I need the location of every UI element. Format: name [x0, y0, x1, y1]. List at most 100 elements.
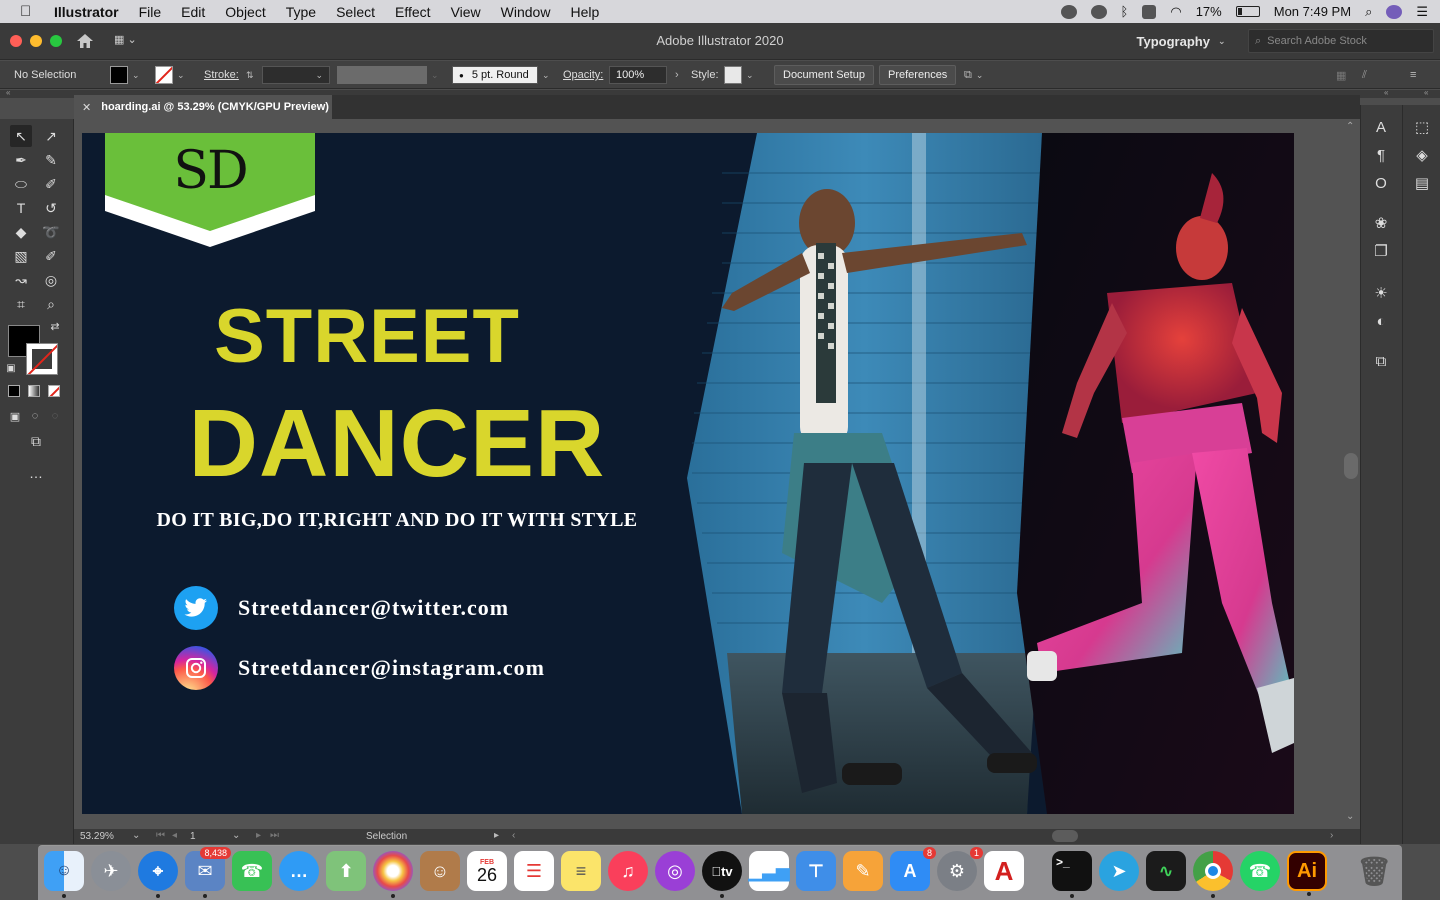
zoom-tool-icon[interactable]: ⌕	[40, 293, 62, 315]
minimize-window-button[interactable]	[30, 35, 42, 47]
siri-icon[interactable]	[1386, 4, 1403, 19]
arrange-documents-button[interactable]: ▦ ⌄	[114, 33, 150, 49]
telegram-icon[interactable]: ➤	[1099, 851, 1139, 891]
pathfinder-panel-icon[interactable]: ⧉	[1371, 351, 1391, 371]
panel-menu-icon[interactable]: ≡	[1410, 66, 1416, 84]
color-mode-icon[interactable]	[6, 383, 22, 399]
facetime-icon[interactable]: ☎	[232, 851, 272, 891]
trash-icon[interactable]: 🗑	[1354, 851, 1394, 891]
stroke-weight-stepper[interactable]: ⇅	[246, 66, 254, 84]
libraries-panel-icon[interactable]: ⬚	[1412, 117, 1432, 137]
menu-help[interactable]: Help	[570, 4, 599, 20]
lasso-tool-icon[interactable]: ➰	[40, 221, 62, 243]
workspace-switcher[interactable]: Typography ⌄	[1126, 29, 1236, 53]
swap-fill-stroke-icon[interactable]: ⇄	[48, 319, 62, 333]
scroll-right-icon[interactable]: ›	[1330, 830, 1333, 841]
appearance-panel-icon[interactable]: ☀	[1371, 283, 1391, 303]
canvas-area[interactable]: SD STREET DANCER DO IT BIG,DO IT,RIGHT A…	[74, 119, 1360, 829]
paintbrush-tool-icon[interactable]: ✐	[40, 173, 62, 195]
eyedropper-tool-icon[interactable]: ✐	[40, 245, 62, 267]
vertical-scrollbar[interactable]: ⌃ ⌄	[1342, 119, 1360, 829]
first-artboard-icon[interactable]: ⏮	[156, 830, 165, 841]
collapse-left-icon[interactable]: «	[6, 88, 10, 97]
eraser-tool-icon[interactable]: ◆	[10, 221, 32, 243]
distribute-icon[interactable]: ⫽	[1362, 66, 1367, 84]
menu-select[interactable]: Select	[336, 4, 375, 20]
fill-color-dropdown[interactable]: ⌄	[110, 66, 140, 84]
pages-icon[interactable]: ✎	[843, 851, 883, 891]
navigation-icon[interactable]	[1090, 4, 1107, 19]
preferences-button[interactable]: Preferences	[879, 65, 957, 85]
notification-center-icon[interactable]: ☰	[1416, 4, 1428, 20]
scroll-left-icon[interactable]: ‹	[512, 830, 515, 841]
selection-tool-icon[interactable]: ↖	[10, 125, 32, 147]
collapse-right2-icon[interactable]: «	[1424, 88, 1428, 97]
zoom-level[interactable]: 53.29%	[80, 831, 114, 842]
bluetooth-icon[interactable]: ᛒ	[1121, 4, 1129, 19]
draw-behind-icon[interactable]: ◌	[26, 407, 44, 425]
brush-definition-dropdown[interactable]: ● 5 pt. Round ⌄	[452, 66, 550, 84]
activity-monitor-icon[interactable]: ∿	[1146, 851, 1186, 891]
chrome-icon[interactable]	[1193, 851, 1233, 898]
direct-selection-tool-icon[interactable]: ↗	[40, 125, 62, 147]
safari-icon[interactable]: ⌖	[138, 851, 178, 898]
artboard[interactable]: SD STREET DANCER DO IT BIG,DO IT,RIGHT A…	[82, 133, 1294, 814]
keyboard-icon[interactable]	[1142, 4, 1157, 19]
gradient-tool-icon[interactable]: ▧	[10, 245, 32, 267]
align-icon[interactable]: ▦	[1336, 66, 1346, 84]
photos-icon[interactable]	[373, 851, 413, 898]
gradient-mode-icon[interactable]	[26, 383, 42, 399]
music-icon[interactable]: ♫	[608, 851, 648, 891]
illustrator-icon[interactable]: Ai	[1287, 851, 1327, 896]
variable-width-profile[interactable]: ⌄	[337, 66, 439, 84]
character-panel-icon[interactable]: A	[1371, 117, 1391, 137]
whatsapp-icon[interactable]: ☎	[1240, 851, 1280, 891]
stroke-color-swatch[interactable]	[26, 343, 58, 375]
spotlight-search-icon[interactable]: ⌕	[1365, 4, 1372, 20]
apple-tv-icon[interactable]: tv	[702, 851, 742, 898]
menu-window[interactable]: Window	[501, 4, 551, 20]
menu-edit[interactable]: Edit	[181, 4, 205, 20]
app-store-icon[interactable]: A8	[890, 847, 936, 891]
transparency-panel-icon[interactable]: ◐	[1371, 311, 1391, 331]
wifi-icon[interactable]: ◠	[1170, 4, 1181, 20]
horizontal-scroll-thumb[interactable]	[1052, 830, 1078, 842]
document-tab[interactable]: ✕ hoarding.ai @ 53.29% (CMYK/GPU Preview…	[74, 95, 332, 119]
draw-inside-icon[interactable]: ◌	[46, 407, 64, 425]
type-tool-icon[interactable]: T	[10, 197, 32, 219]
opentype-panel-icon[interactable]: O	[1371, 173, 1391, 193]
stroke-weight-dropdown[interactable]: ⌄	[262, 66, 330, 84]
artboard-dropdown-icon[interactable]: ⌄	[232, 830, 240, 841]
notes-icon[interactable]: ≡	[561, 851, 601, 891]
numbers-icon[interactable]: ▁▃▅	[748, 851, 790, 891]
twitter-contact[interactable]: Streetdancer@twitter.com	[174, 586, 509, 630]
acrobat-icon[interactable]: A	[984, 851, 1024, 891]
system-preferences-icon[interactable]: ⚙ 1	[937, 847, 983, 891]
menu-view[interactable]: View	[451, 4, 481, 20]
calendar-icon[interactable]: FEB 26	[467, 851, 507, 891]
next-artboard-icon[interactable]: ▸	[256, 830, 261, 841]
chevron-right-icon[interactable]: ›	[675, 69, 679, 81]
menu-object[interactable]: Object	[225, 4, 265, 20]
graphic-style-dropdown[interactable]: ⌄	[724, 66, 754, 84]
shape-builder-tool-icon[interactable]: ◎	[40, 269, 62, 291]
mail-icon[interactable]: ✉ 8,438	[185, 847, 231, 898]
launchpad-icon[interactable]: ✈	[91, 851, 131, 891]
stroke-weight-input[interactable]: ⌄	[262, 66, 330, 84]
menu-effect[interactable]: Effect	[395, 4, 431, 20]
opacity-input[interactable]: 100% ›	[609, 66, 679, 84]
default-fill-stroke-icon[interactable]: ▣	[4, 361, 18, 375]
contacts-icon[interactable]: ☺	[420, 851, 460, 891]
paragraph-panel-icon[interactable]: ¶	[1371, 145, 1391, 165]
stroke-label[interactable]: Stroke:	[204, 66, 239, 84]
none-mode-icon[interactable]	[46, 383, 62, 399]
prev-artboard-icon[interactable]: ◂	[172, 830, 177, 841]
vertical-scroll-thumb[interactable]	[1344, 453, 1358, 479]
scroll-down-icon[interactable]: ⌄	[1346, 811, 1354, 822]
scroll-up-icon[interactable]: ⌃	[1346, 121, 1354, 132]
width-tool-icon[interactable]: ↝	[10, 269, 32, 291]
artboard-tool-icon[interactable]: ⌗	[10, 293, 32, 315]
close-tab-icon[interactable]: ✕	[82, 101, 91, 114]
messages-icon[interactable]: …	[279, 851, 319, 891]
current-tool-status[interactable]: Selection	[366, 831, 407, 842]
